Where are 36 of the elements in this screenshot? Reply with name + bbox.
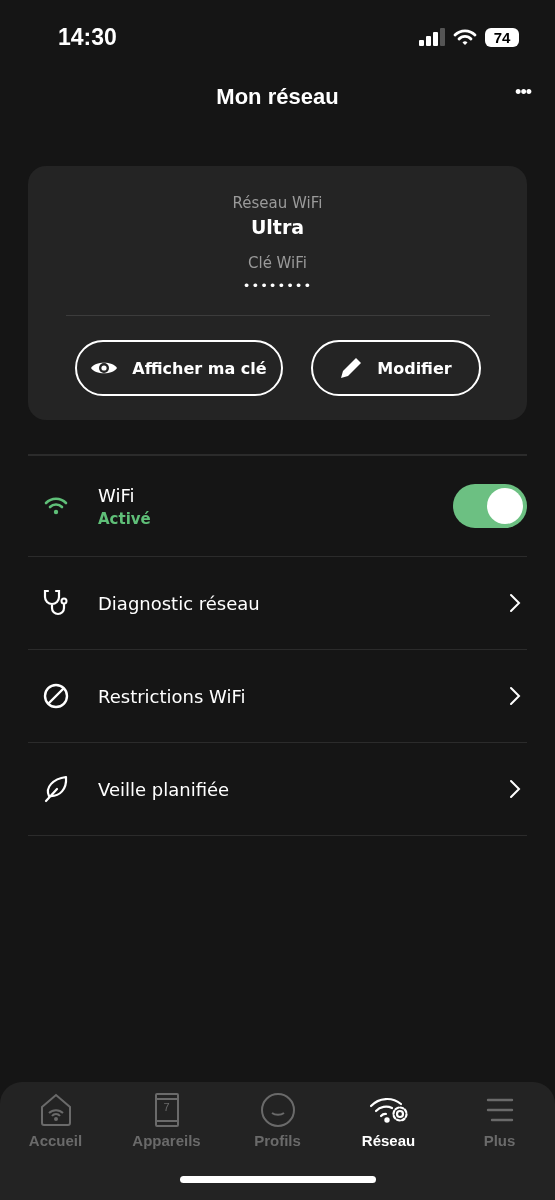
status-time: 14:30 — [58, 23, 117, 51]
forbidden-icon — [43, 683, 69, 709]
more-button[interactable]: ••• — [515, 82, 531, 103]
device-count: 7 — [162, 1101, 171, 1113]
row-status: Activé — [98, 509, 152, 528]
stethoscope-icon — [42, 588, 70, 618]
wifi-key: •••••••• — [242, 278, 313, 293]
row-label: WiFi — [98, 484, 136, 506]
wifi-icon — [43, 495, 69, 517]
smiley-icon — [260, 1093, 295, 1127]
page-title: Mon réseau — [216, 84, 339, 110]
wifi-gear-icon — [368, 1096, 409, 1124]
tab[interactable]: Réseau — [333, 1092, 444, 1149]
chevron-icon — [509, 686, 521, 706]
leaf-icon — [43, 775, 69, 803]
row-label: Restrictions WiFi — [98, 685, 247, 707]
row-label: Diagnostic réseau — [98, 592, 261, 614]
chevron-icon — [509, 779, 521, 799]
settings-row[interactable]: Diagnostic réseau — [28, 557, 527, 650]
pencil-icon — [339, 356, 364, 380]
menu-icon — [485, 1096, 514, 1124]
edit-button[interactable]: Modifier — [310, 340, 481, 396]
chevron-icon — [509, 593, 521, 613]
network-label: Réseau WiFi — [232, 194, 323, 212]
settings-row[interactable]: Veille planifiée — [28, 743, 527, 836]
wifi-toggle[interactable] — [453, 484, 527, 528]
home-wifi-icon — [39, 1093, 72, 1127]
battery-level: 74 — [485, 27, 519, 47]
network-name: Ultra — [250, 216, 305, 238]
signal-icon — [419, 28, 445, 46]
key-label: Clé WiFi — [248, 254, 307, 272]
wifi-icon — [453, 28, 477, 46]
settings-row[interactable]: Restrictions WiFi — [28, 650, 527, 743]
show-key-button[interactable]: Afficher ma clé — [74, 340, 283, 396]
tablet-icon — [154, 1093, 179, 1127]
row-label: Veille planifiée — [98, 778, 231, 800]
